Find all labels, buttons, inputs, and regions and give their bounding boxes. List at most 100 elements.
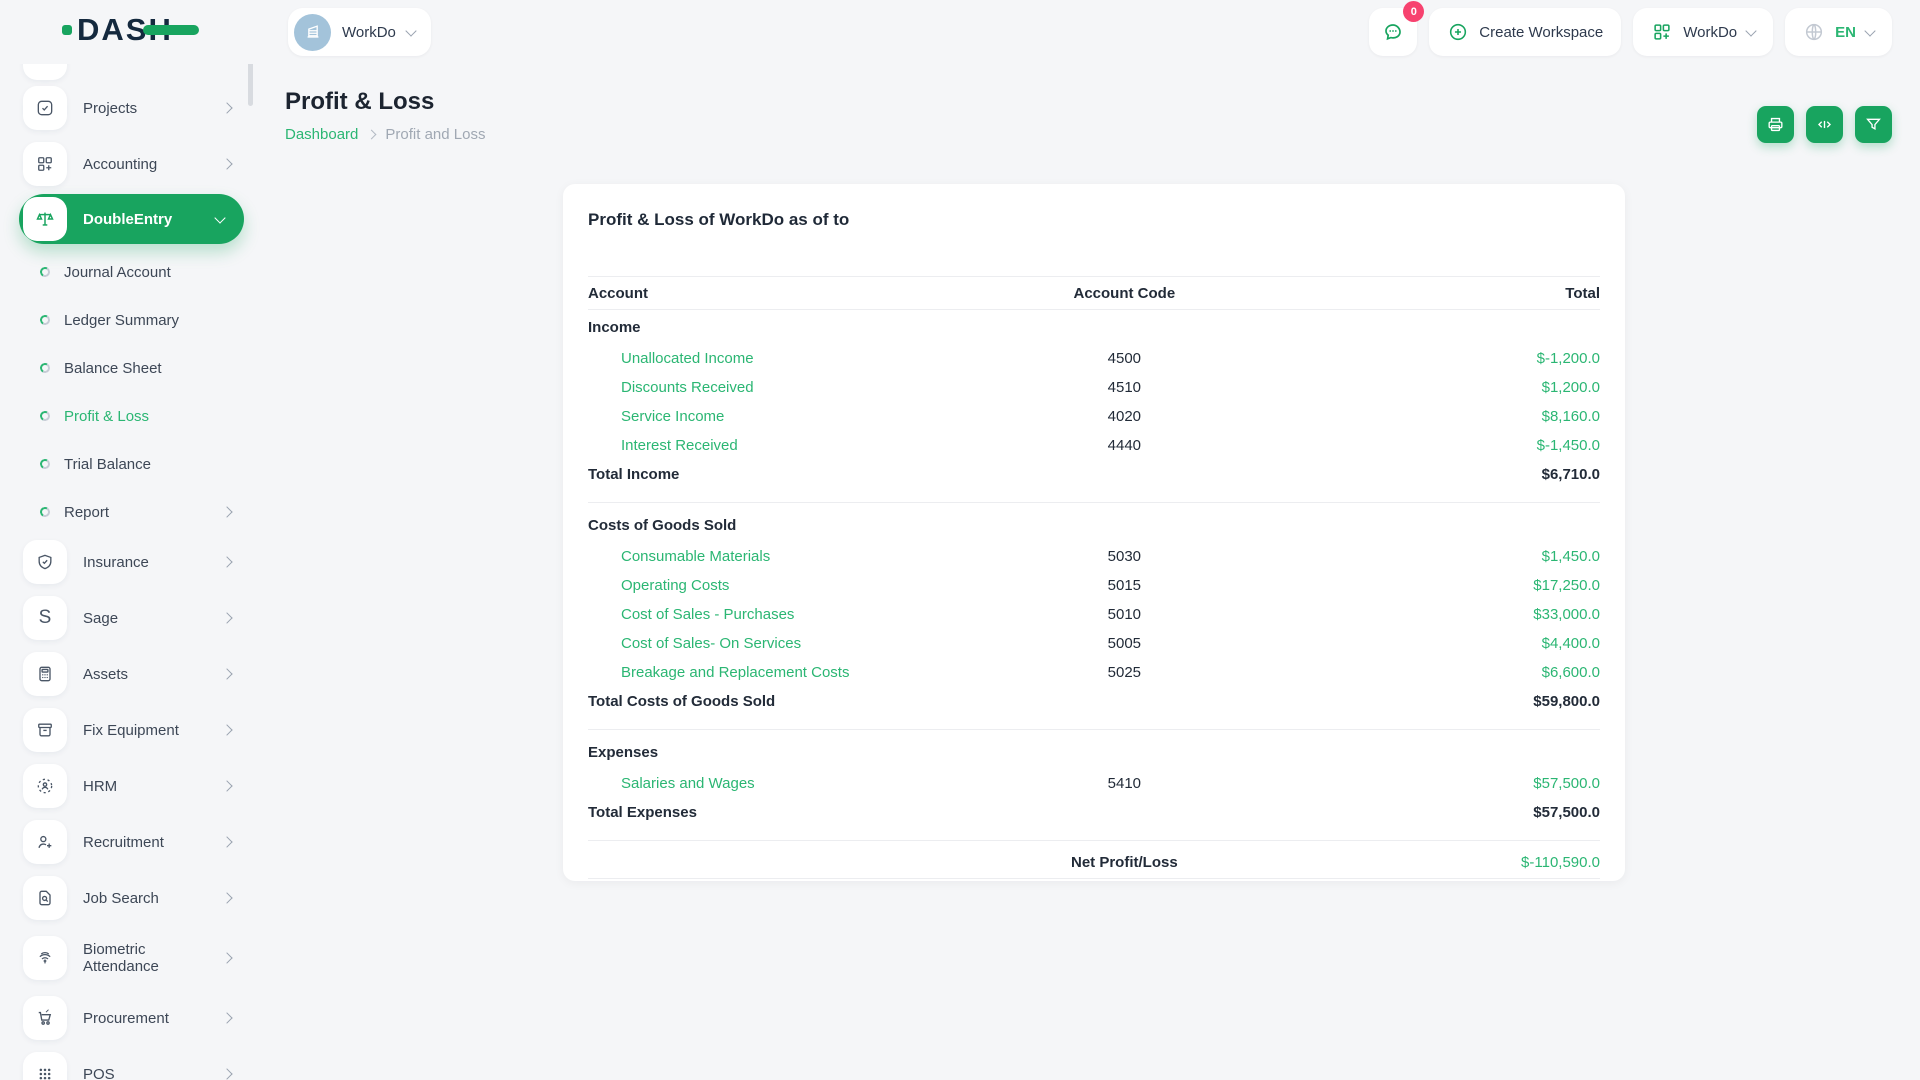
sidebar-item-recruitment[interactable]: Recruitment [23,816,245,868]
sidebar-subitem-balance-sheet[interactable]: Balance Sheet [23,344,245,392]
chevron-right-icon [221,836,232,847]
bullet-icon [39,314,51,326]
section-total-value: $57,500.0 [1276,804,1600,821]
section-total-value: $59,800.0 [1276,693,1600,710]
account-link[interactable]: Unallocated Income [588,350,754,367]
language-menu-button[interactable]: EN [1785,8,1892,56]
sidebar-item-hrm[interactable]: HRM [23,760,245,812]
section-total-row: Total Income $6,710.0 [588,460,1600,489]
filter-button[interactable] [1855,106,1892,143]
column-header-total: Total [1276,285,1600,302]
chevron-right-icon [221,1012,232,1023]
chevron-down-icon [214,212,225,223]
section-total-label: Total Costs of Goods Sold [588,693,973,710]
account-code: 5030 [973,548,1277,565]
chevron-down-icon [1864,25,1875,36]
section-name: Expenses [588,744,973,761]
account-link[interactable]: Cost of Sales- On Services [588,635,801,652]
create-workspace-button[interactable]: Create Workspace [1429,8,1621,56]
print-button[interactable] [1757,106,1794,143]
account-code: 4020 [973,408,1277,425]
account-link[interactable]: Interest Received [588,437,738,454]
row-total: $-1,450.0 [1276,437,1600,454]
section-total-row: Total Expenses $57,500.0 [588,798,1600,827]
row-total: $17,250.0 [1276,577,1600,594]
sidebar-subitem-report[interactable]: Report [23,488,245,536]
sidebar-item-biometric-attendance[interactable]: Biometric Attendance [23,928,245,988]
sidebar-item-procurement[interactable]: Procurement [23,992,245,1044]
workspace-avatar [294,14,331,51]
scales-icon [34,208,56,230]
bullet-icon [39,266,51,278]
sidebar-item-job-search[interactable]: Job Search [23,872,245,924]
account-code: 4440 [973,437,1277,454]
chevron-right-icon [221,158,232,169]
row-total: $-1,200.0 [1276,350,1600,367]
row-total: $57,500.0 [1276,775,1600,792]
table-row: Consumable Materials 5030 $1,450.0 [588,542,1600,571]
account-link[interactable]: Cost of Sales - Purchases [588,606,794,623]
breadcrumb-current: Profit and Loss [385,126,485,143]
sidebar-subitem-trial-balance[interactable]: Trial Balance [23,440,245,488]
row-total: $6,600.0 [1276,664,1600,681]
row-total: $1,450.0 [1276,548,1600,565]
account-link[interactable]: Operating Costs [588,577,729,594]
logo-bar [143,25,199,35]
messages-button[interactable]: 0 [1369,8,1417,56]
sidebar-item-assets[interactable]: Assets [23,648,245,700]
breadcrumb: Dashboard Profit and Loss [285,126,485,143]
breadcrumb-separator-icon [367,130,377,140]
section-header-row: Expenses [588,735,1600,769]
sidebar-item-insurance[interactable]: Insurance [23,536,245,588]
account-link[interactable]: Breakage and Replacement Costs [588,664,849,681]
page-title: Profit & Loss [285,88,485,116]
column-header-account: Account [588,285,973,302]
table-row: Interest Received 4440 $-1,450.0 [588,431,1600,460]
printer-icon [1766,115,1785,134]
chevron-right-icon [221,556,232,567]
account-code: 5410 [973,775,1277,792]
sidebar-scrollbar[interactable] [248,64,253,106]
chevron-right-icon [221,102,232,113]
section-expenses: Expenses Salaries and Wages 5410 $57,500… [588,735,1600,841]
sidebar-item-accounting[interactable]: Accounting [23,138,245,190]
table-row: Cost of Sales - Purchases 5010 $33,000.0 [588,600,1600,629]
sidebar-item-sage[interactable]: S Sage [23,592,245,644]
table-row: Service Income 4020 $8,160.0 [588,402,1600,431]
chevron-right-icon [221,892,232,903]
breadcrumb-dashboard-link[interactable]: Dashboard [285,126,358,143]
bullet-icon [39,506,51,518]
sidebar-subitem-ledger-summary[interactable]: Ledger Summary [23,296,245,344]
account-link[interactable]: Service Income [588,408,724,425]
sidebar-item-pos[interactable]: POS [23,1048,245,1080]
globe-icon [1803,21,1825,43]
section-header-row: Costs of Goods Sold [588,508,1600,542]
report-card-title: Profit & Loss of WorkDo as of to [588,210,1600,230]
table-row: Breakage and Replacement Costs 5025 $6,6… [588,658,1600,687]
chat-bubble-icon [1381,20,1405,44]
table-row: Salaries and Wages 5410 $57,500.0 [588,769,1600,798]
sidebar-item-projects[interactable]: Projects [23,82,245,134]
dash-logo[interactable]: DASH [62,14,199,45]
export-button[interactable] [1806,106,1843,143]
profit-loss-card: Profit & Loss of WorkDo as of to Account… [563,184,1625,881]
bullet-icon [39,458,51,470]
dots-grid-icon [35,1064,55,1080]
letter-s-icon: S [23,596,67,640]
checkbox-icon [35,98,55,118]
language-label: EN [1835,24,1856,41]
report-toolbar [1757,106,1892,143]
account-link[interactable]: Discounts Received [588,379,754,396]
row-total: $1,200.0 [1276,379,1600,396]
chevron-right-icon [221,724,232,735]
sidebar-item-fix-equipment[interactable]: Fix Equipment [23,704,245,756]
column-header-account-code: Account Code [973,285,1277,302]
sidebar-item-doubleentry[interactable]: DoubleEntry [19,194,244,244]
sidebar-subitem-profit-and-loss[interactable]: Profit & Loss [23,392,245,440]
workspace-selector[interactable]: WorkDo [288,8,431,56]
table-row: Discounts Received 4510 $1,200.0 [588,373,1600,402]
workspace-menu-button[interactable]: WorkDo [1633,8,1773,56]
account-link[interactable]: Salaries and Wages [588,775,755,792]
sidebar-subitem-journal-account[interactable]: Journal Account [23,248,245,296]
account-link[interactable]: Consumable Materials [588,548,770,565]
